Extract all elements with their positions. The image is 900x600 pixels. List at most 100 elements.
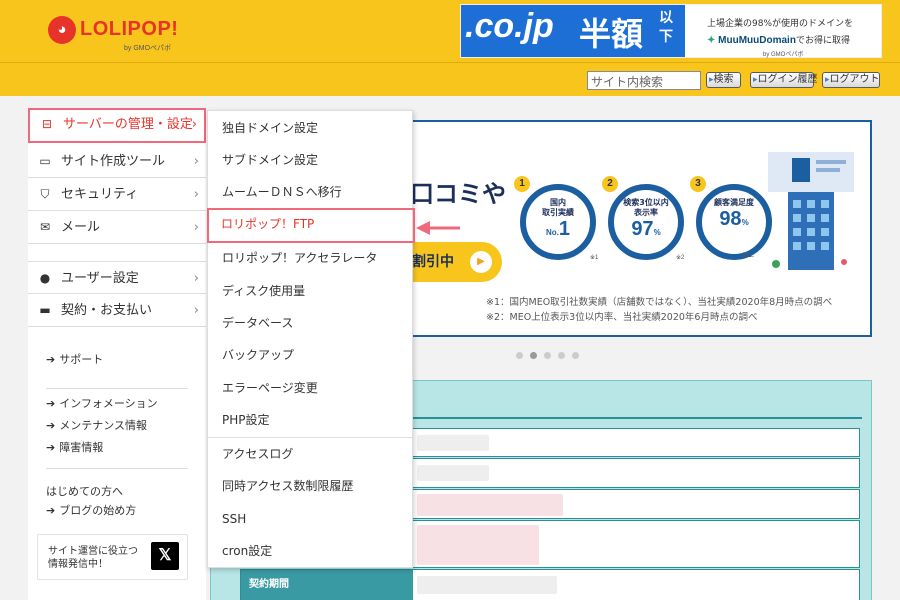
badge-ribbon	[620, 248, 672, 272]
badge-value: No.1	[545, 218, 570, 240]
carousel-dot-active[interactable]	[530, 352, 537, 359]
menu-item-access-log[interactable]: アクセスログ	[208, 438, 414, 470]
sidebar-item-label: サーバーの管理・設定	[63, 117, 193, 132]
banner-footnote-1: ※1：国内MEO取引社数実績（店舗数ではなく）、当社実績2020年8月時点の調べ	[486, 297, 833, 308]
ad-cojp-text: .co.jp	[465, 7, 554, 45]
banner-pill-label: 割引中	[412, 254, 454, 270]
twitter-promo-box[interactable]: サイト運営に役立つ情報発信中！ 𝕏	[37, 534, 188, 580]
badge-ribbon	[532, 248, 584, 272]
menu-item-disk-usage[interactable]: ディスク使用量	[208, 275, 414, 307]
menu-item-custom-domain[interactable]: 独自ドメイン設定	[208, 112, 414, 144]
twitter-promo-text: サイト運営に役立つ情報発信中！	[48, 546, 138, 570]
sidebar-item-security[interactable]: ⛉ セキュリティ ›	[28, 178, 206, 211]
play-arrow-icon: ▶	[470, 251, 492, 273]
carousel-dot[interactable]	[558, 352, 565, 359]
badge-footnote: 以上	[742, 253, 755, 259]
mail-icon: ✉	[39, 220, 51, 234]
carousel-dot[interactable]	[544, 352, 551, 359]
shield-icon: ⛉	[40, 187, 50, 201]
building-illustration	[768, 152, 854, 270]
ad-tagline: 上場企業の98%が使用のドメインを	[707, 19, 854, 29]
sidebar-divider	[46, 388, 188, 389]
menu-item-backup[interactable]: バックアップ	[208, 339, 414, 371]
logo-text: LOLIPOP!	[80, 18, 179, 40]
sidebar-link-blog-guide[interactable]: ➔ ブログの始め方	[46, 502, 136, 518]
sidebar-link-label: 障害情報	[59, 441, 104, 454]
menu-item-muumuu-dns[interactable]: ムームーＤＮＳへ移行	[208, 176, 414, 208]
ad-left-panel: .co.jp 半額 以下	[461, 5, 685, 57]
sidebar: ⊟ サーバーの管理・設定 › ▭ サイト作成ツール › ⛉ セキュリティ › ✉…	[28, 108, 206, 600]
sidebar-link-label: ブログの始め方	[59, 504, 137, 517]
ad-half-price-text: 半額	[579, 15, 644, 53]
login-history-label: ログイン履歴	[757, 74, 818, 85]
badge-value: 98%	[719, 208, 749, 230]
badge-footnote: ※1	[590, 255, 599, 261]
ad-brand-line: ✦ MuuMuuDomainでお得に取得	[707, 33, 850, 46]
carousel-dot[interactable]	[572, 352, 579, 359]
sidebar-link-label: インフォメーション	[59, 397, 158, 410]
carousel-dot[interactable]	[516, 352, 523, 359]
info-row-contract-period: 契約期間	[240, 569, 860, 600]
banner-headline: 口コミや	[410, 180, 506, 208]
carousel-dots	[516, 352, 586, 360]
menu-item-ssh[interactable]: SSH	[208, 503, 414, 535]
sidebar-item-mail[interactable]: ✉ メール ›	[28, 211, 206, 244]
menu-item-error-page[interactable]: エラーページ変更	[208, 372, 414, 404]
sidebar-link-maintenance[interactable]: ➔ メンテナンス情報	[46, 417, 147, 433]
info-row-label: 契約期間	[241, 570, 413, 600]
redacted-value	[417, 576, 557, 594]
sidebar-link-label: サポート	[59, 353, 104, 366]
badge-label: 顧客満足度	[714, 198, 754, 207]
sidebar-link-information[interactable]: ➔ インフォメーション	[46, 395, 158, 411]
sidebar-item-label: セキュリティ	[61, 187, 139, 202]
sidebar-item-server-settings[interactable]: ⊟ サーバーの管理・設定 ›	[28, 108, 206, 143]
lolipop-logo[interactable]: ◕ LOLIPOP! by GMOペパボ	[48, 16, 188, 52]
sidebar-item-billing[interactable]: ▬ 契約・お支払い ›	[28, 294, 206, 327]
sidebar-link-outages[interactable]: ➔ 障害情報	[46, 439, 103, 455]
sidebar-item-label: サイト作成ツール	[61, 154, 166, 169]
site-search-input[interactable]: サイト内検索	[587, 71, 701, 90]
logout-label: ログアウト	[829, 74, 880, 85]
login-history-button[interactable]: ▸ログイン履歴	[750, 72, 818, 88]
menu-item-database[interactable]: データベース	[208, 307, 414, 339]
redacted-value	[417, 494, 563, 516]
header-divider	[0, 62, 900, 63]
search-button[interactable]: ▸検索	[706, 72, 741, 88]
menu-item-cron[interactable]: cron設定	[208, 535, 414, 567]
redacted-value	[417, 435, 489, 451]
muumuu-logo-icon: ✦	[707, 35, 719, 46]
sidebar-item-user-settings[interactable]: ● ユーザー設定 ›	[28, 261, 206, 294]
menu-item-concurrent-access[interactable]: 同時アクセス数制限履歴	[208, 470, 414, 502]
sidebar-divider	[46, 468, 188, 469]
chevron-right-icon: ›	[193, 220, 199, 235]
badge-value: 97%	[631, 218, 661, 240]
arrow-right-icon: ➔	[46, 353, 56, 366]
ad-brand: MuuMuuDomain	[718, 35, 796, 46]
ad-banner[interactable]: .co.jp 半額 以下 上場企業の98%が使用のドメインを ✦ MuuMuuD…	[460, 4, 882, 58]
server-icon: ⊟	[41, 117, 53, 131]
sidebar-item-site-tools[interactable]: ▭ サイト作成ツール ›	[28, 145, 206, 178]
chevron-right-icon: ›	[193, 154, 199, 169]
menu-item-subdomain[interactable]: サブドメイン設定	[208, 144, 414, 176]
sidebar-link-label: メンテナンス情報	[59, 419, 147, 432]
search-button-label: 検索	[713, 74, 734, 85]
sidebar-item-label: ユーザー設定	[61, 271, 139, 286]
chevron-right-icon: ›	[191, 117, 197, 132]
arrow-right-icon: ➔	[46, 419, 56, 432]
credit-card-icon: ▬	[39, 303, 51, 317]
callout-arrow-icon	[416, 221, 460, 235]
sidebar-link-support[interactable]: ➔ サポート	[46, 351, 103, 367]
badge-label: 検索3位以内 表示率	[623, 198, 669, 217]
menu-item-accelerator[interactable]: ロリポップ！アクセラレータ	[208, 242, 414, 274]
arrow-right-icon: ➔	[46, 397, 56, 410]
redacted-value	[417, 525, 539, 565]
hero-banner[interactable]: 口コミや 割引中 ▶ 1 国内 取引実績 No.1 2 検索3位以内 表示率 97%…	[394, 120, 872, 337]
chevron-right-icon: ›	[193, 303, 199, 318]
menu-item-lolipop-ftp[interactable]: ロリポップ！FTP	[207, 208, 415, 243]
badge-97: 2 検索3位以内 表示率 97%	[602, 176, 684, 272]
arrow-right-icon: ➔	[46, 441, 56, 454]
logout-button[interactable]: ▸ログアウト	[822, 72, 880, 88]
menu-item-php-settings[interactable]: PHP設定	[208, 404, 414, 436]
sidebar-item-label: メール	[61, 220, 101, 235]
redacted-value	[417, 465, 489, 481]
